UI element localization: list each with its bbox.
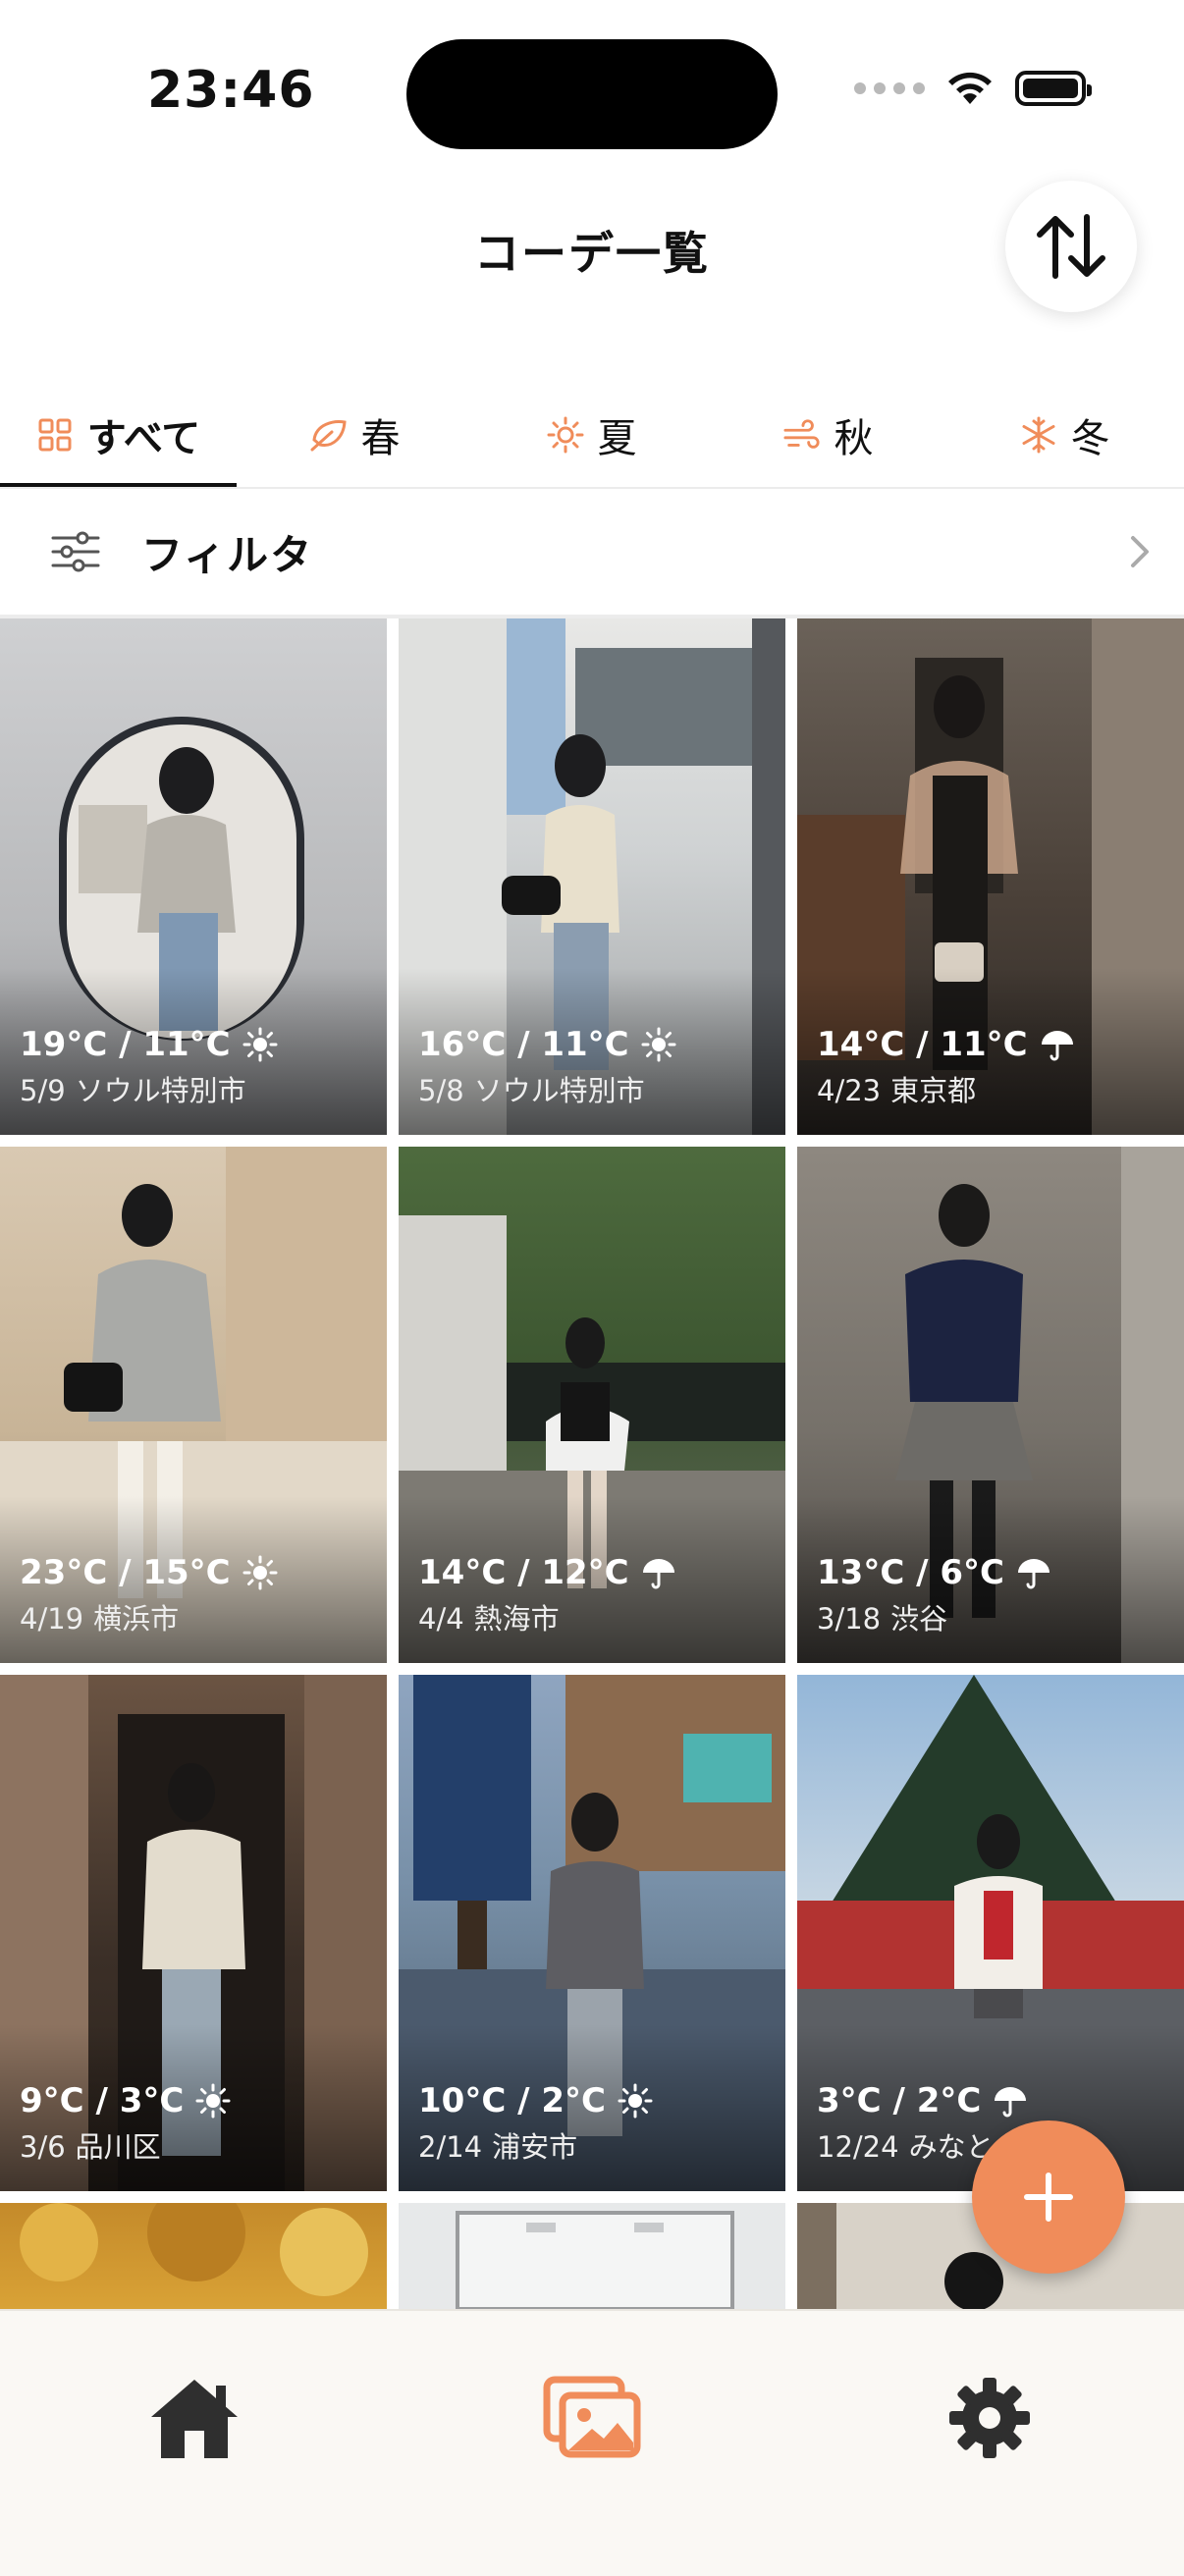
card-meta: 4/23 東京都 xyxy=(817,1074,977,1107)
tab-label: 秋 xyxy=(834,416,874,461)
outfit-card[interactable] xyxy=(0,2203,387,2309)
umbrella-icon xyxy=(1041,1031,1073,1061)
add-outfit-button[interactable] xyxy=(972,2120,1125,2274)
card-meta: 5/8 ソウル特別市 xyxy=(418,1074,645,1107)
outfit-card[interactable]: 23°C / 15°C 4/19 横浜市 xyxy=(0,1147,387,1663)
battery-icon xyxy=(1015,71,1092,106)
card-meta: 12/24 みなと xyxy=(817,2130,995,2164)
card-meta: 2/14 浦安市 xyxy=(418,2130,578,2164)
snowflake-icon xyxy=(1020,416,1057,454)
card-meta: 4/19 横浜市 xyxy=(20,1602,180,1636)
outfit-card[interactable]: 19°C / 11°C 5/9 ソウル特別市 xyxy=(0,618,387,1135)
card-meta: 3/6 品川区 xyxy=(20,2130,161,2164)
filter-label: フィルタ xyxy=(141,530,314,579)
card-temperature: 14°C / 11°C xyxy=(817,1025,1075,1064)
sunny-icon xyxy=(195,2083,231,2119)
tab-all[interactable]: すべて xyxy=(0,381,237,489)
status-bar: 23:46 xyxy=(0,0,1184,187)
outfit-card[interactable]: 3°C / 2°C 12/24 みなと xyxy=(797,1675,1184,2191)
sliders-icon xyxy=(51,531,100,572)
season-tabs: すべて 春 夏 秋 冬 xyxy=(0,381,1184,489)
tab-label: 夏 xyxy=(597,416,637,461)
wind-icon xyxy=(782,416,821,454)
tab-spring[interactable]: 春 xyxy=(237,381,473,489)
chevron-right-icon xyxy=(1131,536,1149,567)
gallery-icon xyxy=(543,2376,641,2458)
status-time: 23:46 xyxy=(147,61,315,120)
bottom-navigation xyxy=(0,2309,1184,2576)
tab-summer[interactable]: 夏 xyxy=(473,381,710,489)
sunny-icon xyxy=(618,2083,653,2119)
nav-settings[interactable] xyxy=(936,2364,1044,2472)
card-temperature: 14°C / 12°C xyxy=(418,1553,676,1592)
wifi-icon xyxy=(948,72,992,104)
card-meta: 4/4 熱海市 xyxy=(418,1602,560,1636)
umbrella-icon xyxy=(1017,1559,1049,1589)
dynamic-island xyxy=(406,39,778,149)
card-temperature: 23°C / 15°C xyxy=(20,1553,278,1592)
outfit-card[interactable]: 13°C / 6°C 3/18 渋谷 xyxy=(797,1147,1184,1663)
outfit-card[interactable]: 14°C / 11°C 4/23 東京都 xyxy=(797,618,1184,1135)
tab-autumn[interactable]: 秋 xyxy=(710,381,946,489)
outfit-card[interactable]: 16°C / 11°C 5/8 ソウル特別市 xyxy=(399,618,785,1135)
home-icon xyxy=(151,2380,238,2458)
leaf-icon xyxy=(310,416,348,454)
umbrella-icon xyxy=(642,1559,674,1589)
nav-gallery[interactable] xyxy=(538,2364,646,2472)
card-temperature: 10°C / 2°C xyxy=(418,2081,653,2120)
outfit-card[interactable]: 10°C / 2°C 2/14 浦安市 xyxy=(399,1675,785,2191)
tab-winter[interactable]: 冬 xyxy=(946,381,1183,489)
card-temperature: 3°C / 2°C xyxy=(817,2081,1028,2120)
sunny-icon xyxy=(242,1555,278,1590)
nav-home[interactable] xyxy=(140,2364,248,2472)
umbrella-icon xyxy=(995,2087,1027,2118)
grid-icon xyxy=(36,416,74,454)
outfit-card[interactable]: 14°C / 12°C 4/4 熱海市 xyxy=(399,1147,785,1663)
tab-label: すべて xyxy=(86,416,201,461)
outfit-photo xyxy=(20,2203,368,2296)
card-temperature: 16°C / 11°C xyxy=(418,1025,676,1064)
card-temperature: 19°C / 11°C xyxy=(20,1025,278,1064)
sort-button[interactable] xyxy=(1005,181,1137,312)
plus-icon xyxy=(1024,2173,1073,2222)
card-meta: 3/18 渋谷 xyxy=(817,1602,948,1636)
card-meta: 5/9 ソウル特別市 xyxy=(20,1074,246,1107)
cellular-signal-icon xyxy=(854,82,925,94)
status-icons xyxy=(854,69,1092,108)
outfit-card[interactable] xyxy=(399,2203,785,2309)
gear-icon xyxy=(949,2378,1030,2458)
filter-row[interactable]: フィルタ xyxy=(0,489,1184,615)
sunny-icon xyxy=(242,1027,278,1062)
card-temperature: 9°C / 3°C xyxy=(20,2081,231,2120)
card-temperature: 13°C / 6°C xyxy=(817,1553,1051,1592)
tab-label: 冬 xyxy=(1070,416,1110,461)
outfit-card[interactable]: 9°C / 3°C 3/6 品川区 xyxy=(0,1675,387,2191)
sunny-icon xyxy=(641,1027,676,1062)
sun-icon xyxy=(547,416,584,454)
outfit-photo xyxy=(456,2211,734,2309)
sort-arrows-icon xyxy=(1037,214,1105,279)
tab-label: 春 xyxy=(360,416,401,461)
